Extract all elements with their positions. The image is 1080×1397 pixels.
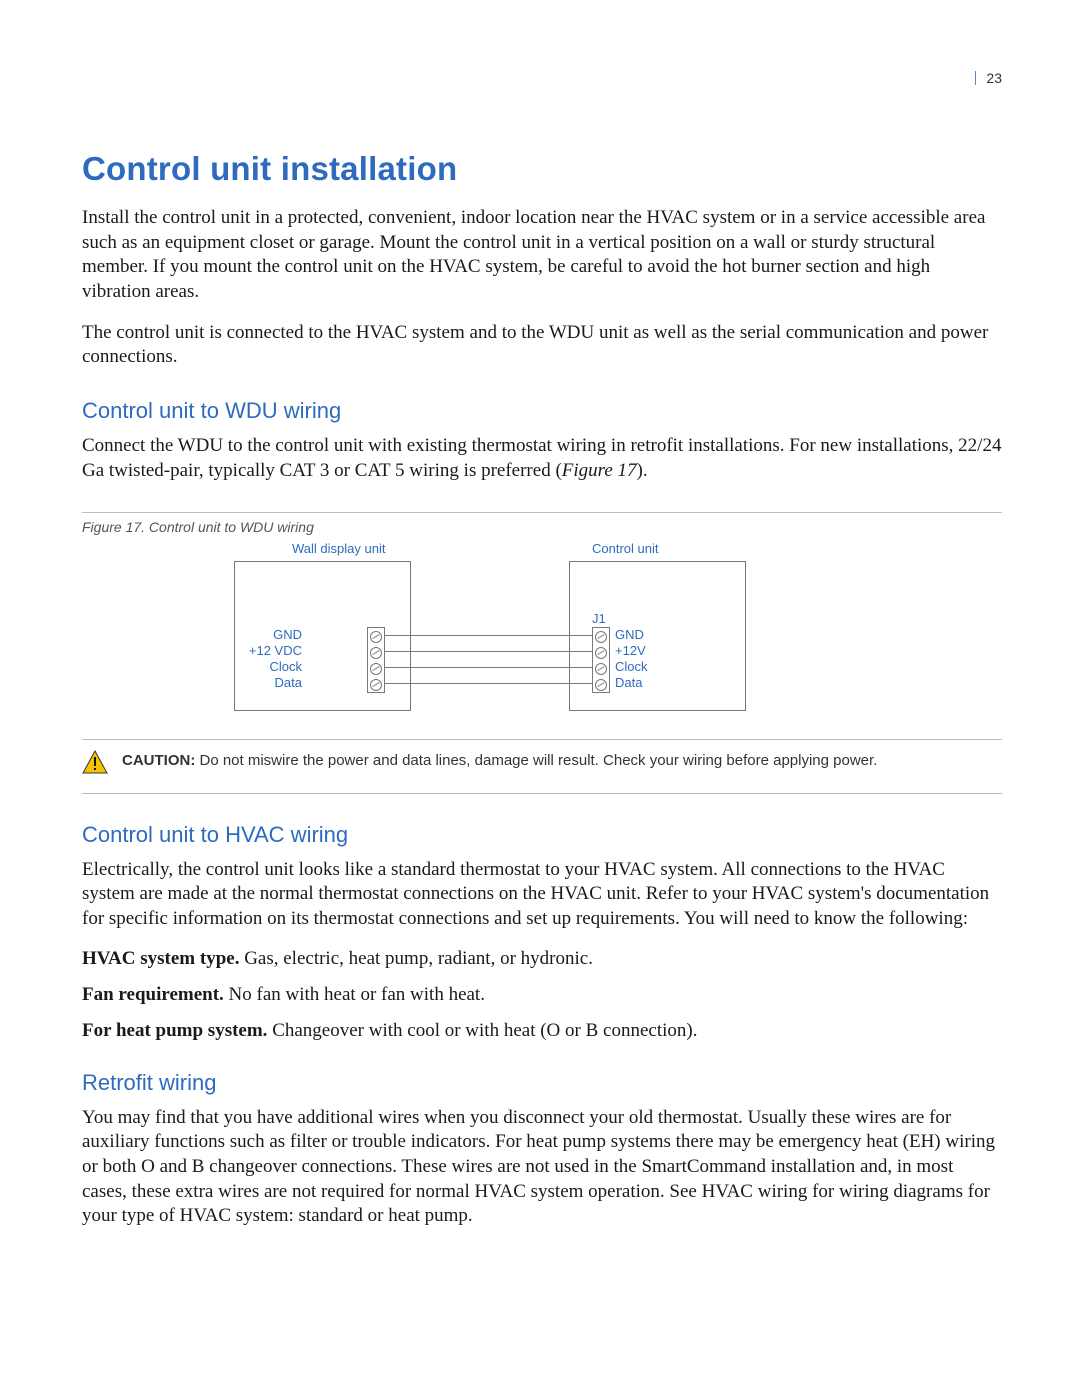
terminal-screw-icon <box>595 631 607 643</box>
wire-clock <box>385 667 592 668</box>
intro-paragraph-2: The control unit is connected to the HVA… <box>82 321 1002 370</box>
wiring-diagram: Wall display unit Control unit GND +12 V… <box>82 539 1002 739</box>
figure-caption: Figure 17. Control unit to WDU wiring <box>82 519 1002 535</box>
intro-paragraph-1: Install the control unit in a protected,… <box>82 206 1002 305</box>
wdu-paragraph: Connect the WDU to the control unit with… <box>82 434 1002 483</box>
caution-label: CAUTION: <box>122 752 195 769</box>
terminal-screw-icon <box>595 647 607 659</box>
cu-term-gnd: GND <box>615 627 644 642</box>
caution-icon <box>82 750 108 779</box>
retrofit-paragraph: You may find that you have additional wi… <box>82 1106 1002 1229</box>
caution-body: Do not miswire the power and data lines,… <box>195 752 877 769</box>
wdu-p-text-b: ). <box>637 460 648 481</box>
cu-term-data: Data <box>615 675 642 690</box>
page-number: 23 <box>975 70 1002 86</box>
caution-text: CAUTION: Do not miswire the power and da… <box>122 750 877 771</box>
wdu-terminal-block <box>367 627 385 693</box>
j1-label: J1 <box>592 611 606 626</box>
caution-block: CAUTION: Do not miswire the power and da… <box>82 740 1002 794</box>
wdu-term-gnd: GND <box>273 627 302 642</box>
def-heat-pump: For heat pump system. Changeover with co… <box>82 1020 1002 1042</box>
wdu-p-text-a: Connect the WDU to the control unit with… <box>82 435 1001 481</box>
def-desc: No fan with heat or fan with heat. <box>224 984 485 1005</box>
def-fan-req: Fan requirement. No fan with heat or fan… <box>82 984 1002 1006</box>
cu-terminal-block <box>592 627 610 693</box>
cu-term-clock: Clock <box>615 659 648 674</box>
terminal-screw-icon <box>370 679 382 691</box>
def-term: HVAC system type. <box>82 948 239 969</box>
wire-12v <box>385 651 592 652</box>
diagram-right-title: Control unit <box>592 541 658 556</box>
wdu-term-data: Data <box>275 675 302 690</box>
page-number-value: 23 <box>986 70 1002 86</box>
figure-rule-top <box>82 512 1002 513</box>
diagram-left-title: Wall display unit <box>292 541 385 556</box>
wdu-term-12vdc: +12 VDC <box>249 643 302 658</box>
wire-data <box>385 683 592 684</box>
section-heading-wdu: Control unit to WDU wiring <box>82 398 1002 424</box>
page-title: Control unit installation <box>82 150 1002 188</box>
def-term: For heat pump system. <box>82 1020 267 1041</box>
def-hvac-type: HVAC system type. Gas, electric, heat pu… <box>82 948 1002 970</box>
def-term: Fan requirement. <box>82 984 224 1005</box>
page-number-divider <box>975 71 976 85</box>
hvac-paragraph: Electrically, the control unit looks lik… <box>82 858 1002 932</box>
wire-gnd <box>385 635 592 636</box>
terminal-screw-icon <box>595 663 607 675</box>
terminal-screw-icon <box>595 679 607 691</box>
figure-17: Figure 17. Control unit to WDU wiring Wa… <box>82 512 1002 740</box>
section-heading-retrofit: Retrofit wiring <box>82 1070 1002 1096</box>
section-heading-hvac: Control unit to HVAC wiring <box>82 822 1002 848</box>
terminal-screw-icon <box>370 631 382 643</box>
def-desc: Gas, electric, heat pump, radiant, or hy… <box>239 948 593 969</box>
terminal-screw-icon <box>370 663 382 675</box>
wdu-term-clock: Clock <box>269 659 302 674</box>
cu-term-12v: +12V <box>615 643 646 658</box>
figure-reference: Figure 17 <box>562 460 637 481</box>
def-desc: Changeover with cool or with heat (O or … <box>267 1020 697 1041</box>
terminal-screw-icon <box>370 647 382 659</box>
